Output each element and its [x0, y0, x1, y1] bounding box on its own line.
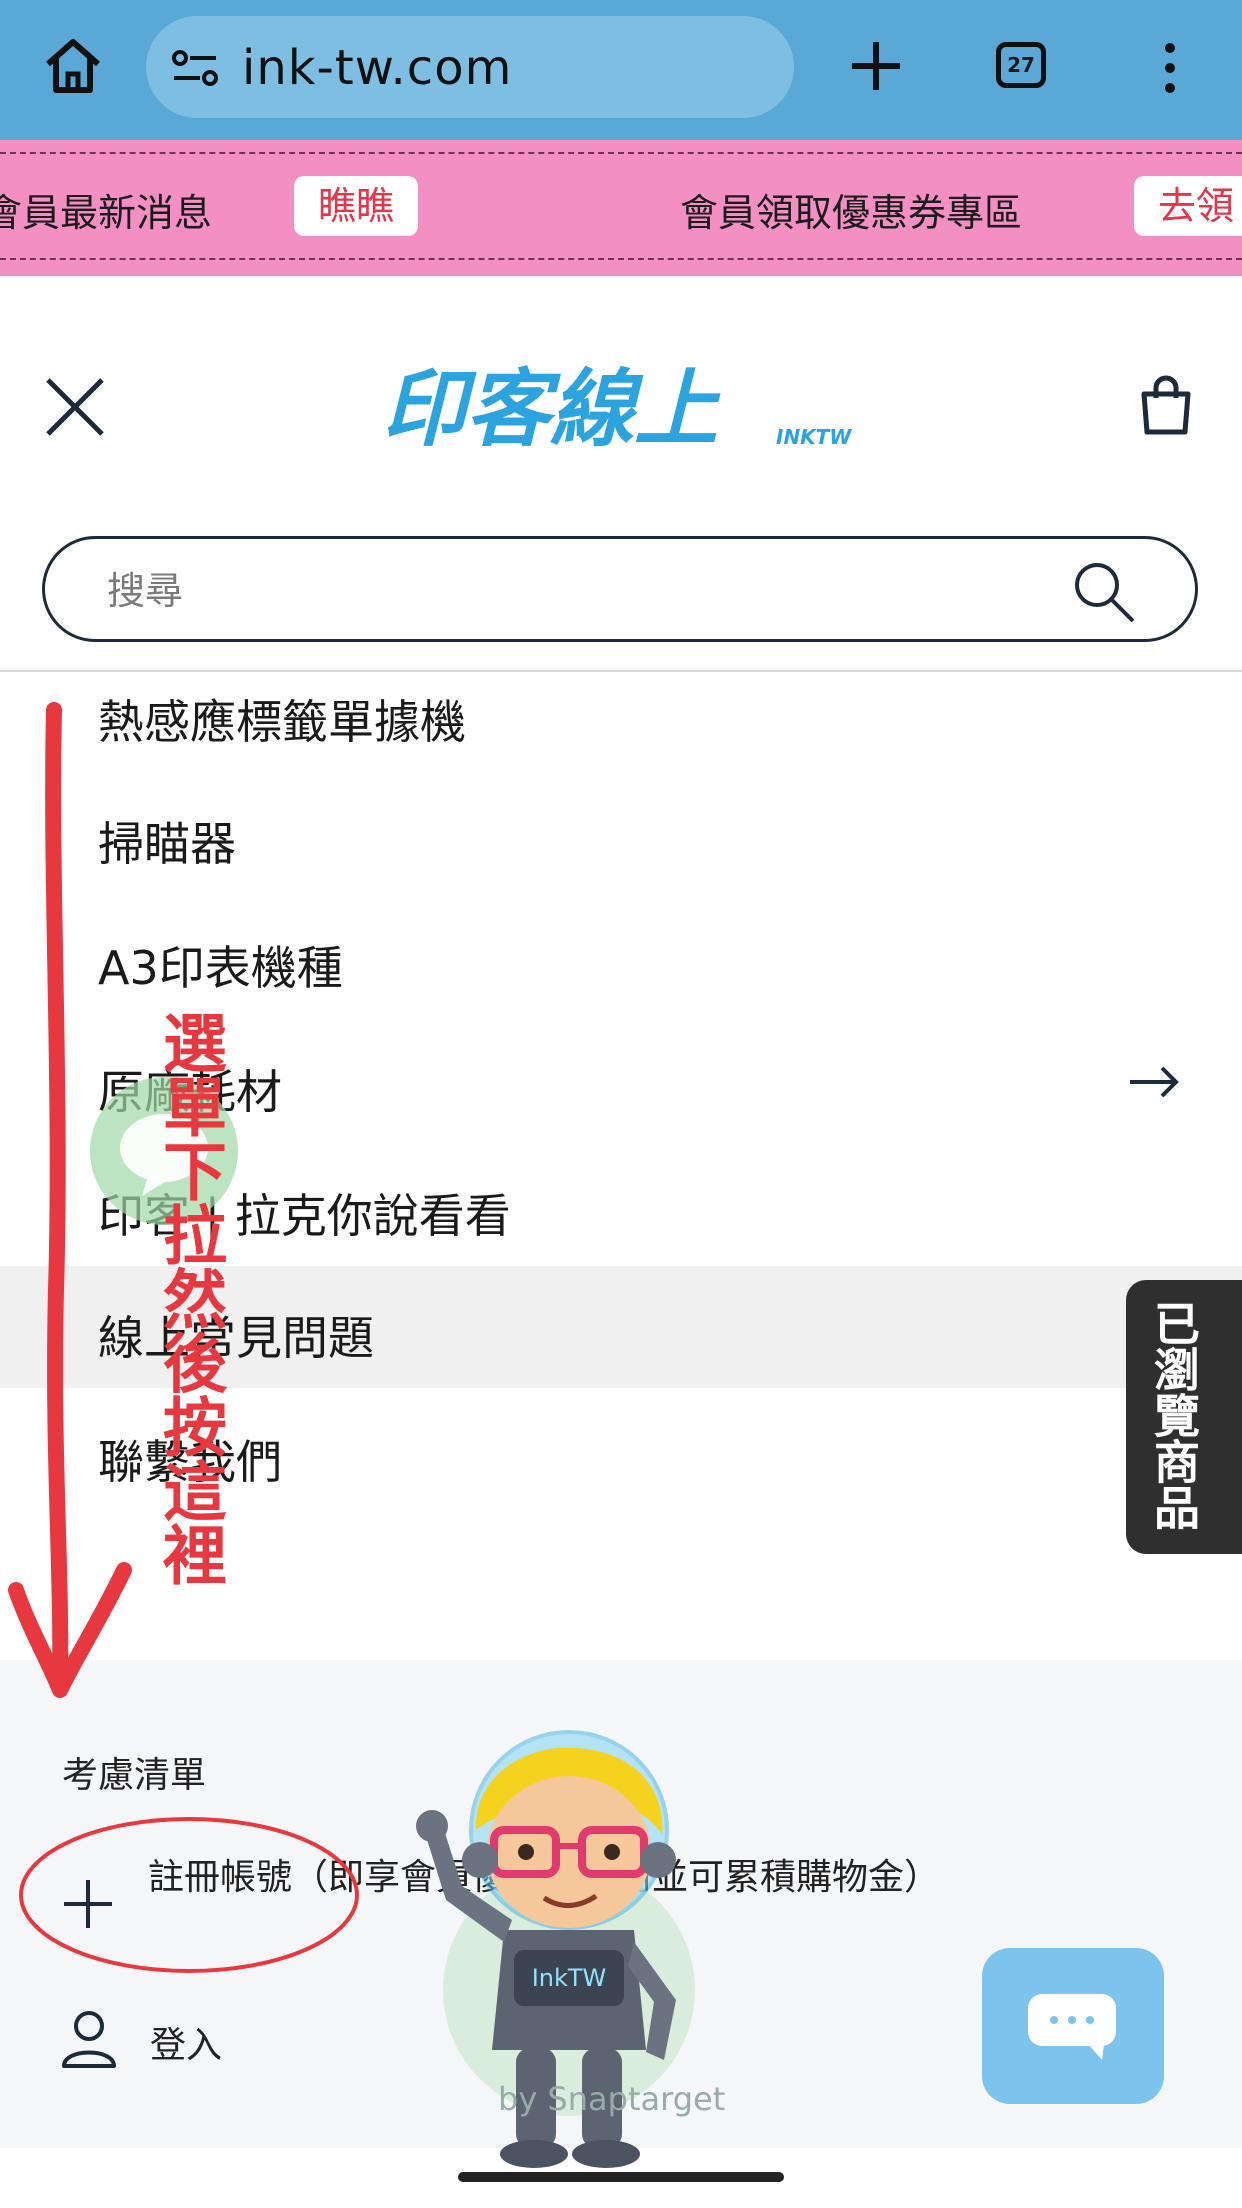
user-icon [62, 2011, 116, 2068]
logo[interactable]: 印客線上 INKTW [380, 358, 870, 458]
menu-item-a3-printers[interactable]: A3印表機種 [0, 896, 1242, 1018]
search-input[interactable] [105, 565, 1009, 617]
site-settings-icon[interactable] [170, 48, 220, 88]
announcement-bar: 會員最新消息 瞧瞧 會員領取優惠券專區 去領 [0, 140, 1242, 276]
arrow-right-icon [1130, 1066, 1179, 1098]
annotation-arrow [8, 702, 132, 1698]
browser-toolbar: ink-tw.com 27 [0, 0, 1242, 140]
menu-item-scanner[interactable]: 掃瞄器 [0, 772, 1242, 894]
wishlist-link[interactable]: 考慮清單 [62, 1746, 206, 1798]
logo-subtext: INKTW [776, 425, 852, 449]
overflow-menu-icon[interactable] [1158, 40, 1182, 96]
announcement-button[interactable]: 去領 [1134, 176, 1242, 236]
widget-credit: by Snaptarget [498, 2080, 726, 2118]
close-icon[interactable] [42, 374, 108, 440]
address-bar[interactable]: ink-tw.com [146, 16, 794, 118]
login-label: 登入 [150, 2025, 223, 2066]
tab-switcher-button[interactable]: 27 [996, 42, 1046, 88]
annotation-instruction: 選單下拉然後按這裡 [152, 1010, 227, 1586]
new-tab-icon[interactable] [846, 36, 906, 96]
announcement-text: 會員最新消息 [0, 191, 213, 235]
recently-viewed-tab[interactable]: 已瀏覽商品 [1126, 1280, 1242, 1554]
search-box[interactable] [42, 536, 1198, 642]
divider [0, 152, 1242, 154]
home-indicator[interactable] [458, 2172, 784, 2182]
announcement-text: 會員領取優惠券專區 [680, 191, 1023, 235]
recently-viewed-label: 已瀏覽商品 [1147, 1300, 1201, 1530]
shopping-bag-icon[interactable] [1138, 374, 1194, 438]
chat-icon [1028, 1994, 1116, 2060]
menu-item-thermal-printer[interactable]: 熱感應標籤單據機 [0, 650, 1242, 772]
divider [0, 258, 1242, 260]
announcement-button[interactable]: 瞧瞧 [294, 176, 419, 236]
svg-text:InkTW: InkTW [532, 1964, 607, 1992]
home-icon[interactable] [40, 34, 106, 100]
search-icon[interactable] [1071, 559, 1137, 625]
chat-button[interactable] [982, 1948, 1164, 2104]
logo-text: 印客線上 [382, 360, 721, 458]
login-button[interactable]: 登入 [0, 2000, 400, 2080]
annotation-circle [19, 1817, 359, 1973]
url-text: ink-tw.com [242, 40, 513, 96]
